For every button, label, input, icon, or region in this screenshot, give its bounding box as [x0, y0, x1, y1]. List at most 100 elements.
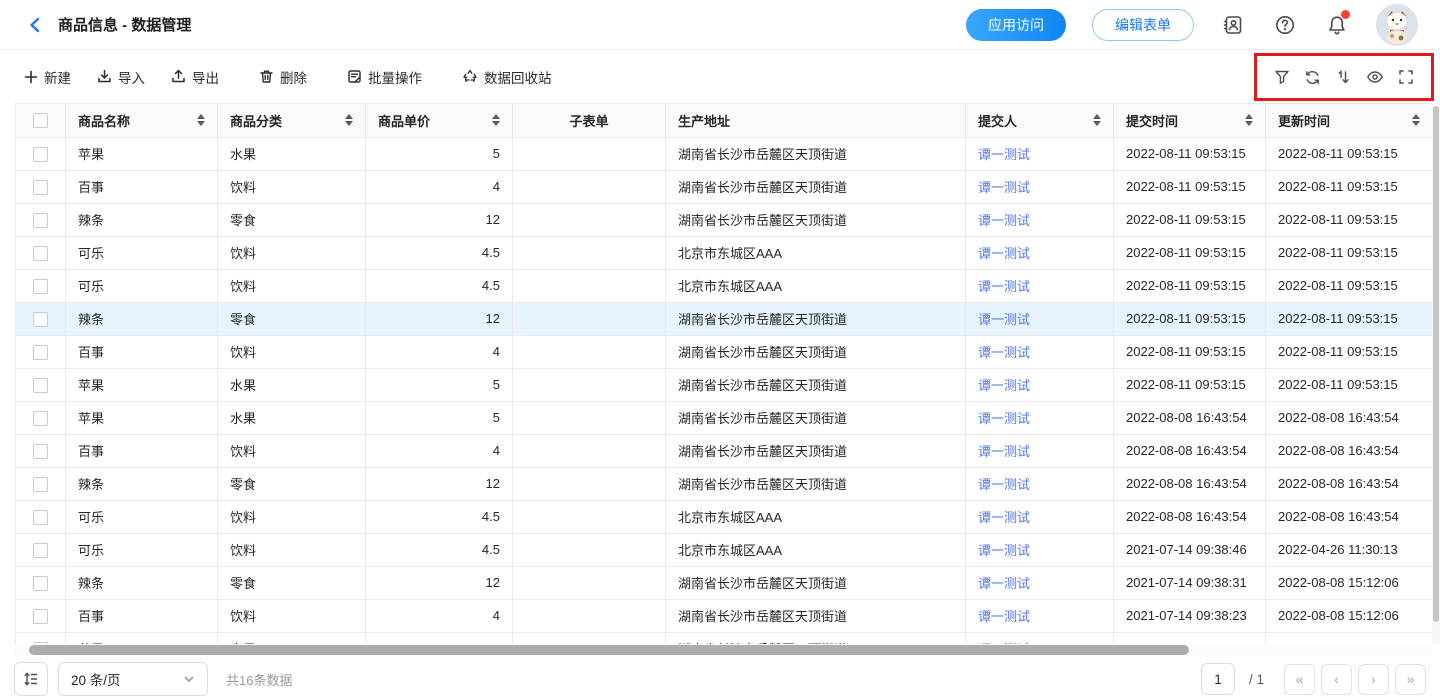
row-checkbox[interactable] — [33, 345, 48, 360]
row-height-button[interactable] — [14, 662, 48, 696]
table-row[interactable]: 可乐饮料4.5北京市东城区AAA谭一测试2022-08-08 16:43:542… — [16, 500, 1433, 533]
row-checkbox[interactable] — [33, 312, 48, 327]
table-row[interactable]: 百事饮料4湖南省长沙市岳麓区天顶街道谭一测试2022-08-08 16:43:5… — [16, 434, 1433, 467]
submitter-link[interactable]: 谭一测试 — [978, 246, 1030, 261]
batch-operations-button[interactable]: 批量操作 — [347, 67, 422, 87]
sort-arrows-icon[interactable] — [1085, 114, 1101, 126]
column-header[interactable]: 商品单价 — [366, 104, 513, 137]
edit-form-button[interactable]: 编辑表单 — [1092, 9, 1194, 41]
table-row[interactable]: 可乐饮料4.5北京市东城区AAA谭一测试2022-08-11 09:53:152… — [16, 236, 1433, 269]
visibility-button[interactable] — [1363, 65, 1387, 89]
table-cell: 2022-08-11 09:53:15 — [1266, 302, 1433, 335]
app-access-button[interactable]: 应用访问 — [966, 9, 1066, 41]
column-header-label: 更新时间 — [1278, 111, 1330, 130]
cell-submitter: 谭一测试 — [966, 368, 1114, 401]
table-row[interactable]: 苹果水果5湖南省长沙市岳麓区天顶街道谭一测试2022-08-11 09:53:1… — [16, 137, 1433, 170]
row-checkbox[interactable] — [33, 609, 48, 624]
submitter-link[interactable]: 谭一测试 — [978, 345, 1030, 360]
filter-button[interactable] — [1271, 66, 1293, 88]
table-row[interactable]: 辣条零食12湖南省长沙市岳麓区天顶街道谭一测试2022-08-08 16:43:… — [16, 467, 1433, 500]
table-row[interactable]: 辣条零食12湖南省长沙市岳麓区天顶街道谭一测试2021-07-14 09:38:… — [16, 566, 1433, 599]
submitter-link[interactable]: 谭一测试 — [978, 576, 1030, 591]
table-cell: 12 — [366, 203, 513, 236]
vertical-scrollbar-thumb[interactable] — [1433, 106, 1439, 622]
contacts-button[interactable] — [1220, 12, 1246, 38]
submitter-link[interactable]: 谭一测试 — [978, 411, 1030, 426]
help-button[interactable] — [1272, 12, 1298, 38]
batch-operations-label: 批量操作 — [368, 67, 422, 87]
table-row[interactable]: 苹果水果5湖南省长沙市岳麓区天顶街道谭一测试2022-08-08 16:43:5… — [16, 401, 1433, 434]
row-checkbox[interactable] — [33, 246, 48, 261]
row-checkbox[interactable] — [33, 147, 48, 162]
table-cell: 饮料 — [218, 170, 366, 203]
submitter-link[interactable]: 谭一测试 — [978, 312, 1030, 327]
prev-page-button[interactable]: ‹ — [1321, 664, 1352, 695]
row-checkbox[interactable] — [33, 213, 48, 228]
refresh-button[interactable] — [1301, 66, 1324, 89]
select-all-checkbox[interactable] — [33, 113, 48, 128]
back-button[interactable] — [26, 16, 44, 34]
table-cell: 2022-08-11 09:53:15 — [1266, 236, 1433, 269]
row-checkbox[interactable] — [33, 543, 48, 558]
column-header-label: 商品单价 — [378, 111, 430, 130]
row-checkbox[interactable] — [33, 510, 48, 525]
next-page-button[interactable]: › — [1358, 664, 1389, 695]
new-record-button[interactable]: 新建 — [24, 67, 71, 87]
horizontal-scrollbar-thumb[interactable] — [29, 645, 1189, 655]
table-cell: 2022-08-11 09:53:15 — [1266, 137, 1433, 170]
submitter-link[interactable]: 谭一测试 — [978, 609, 1030, 624]
sort-button[interactable] — [1332, 66, 1354, 88]
sort-arrows-icon[interactable] — [189, 114, 205, 126]
table-row[interactable]: 可乐饮料4.5北京市东城区AAA谭一测试2021-07-14 09:38:462… — [16, 533, 1433, 566]
submitter-link[interactable]: 谭一测试 — [978, 510, 1030, 525]
column-header[interactable]: 提交时间 — [1114, 104, 1266, 137]
table-row[interactable]: 可乐饮料4.5北京市东城区AAA谭一测试2022-08-11 09:53:152… — [16, 269, 1433, 302]
current-page-input[interactable] — [1201, 663, 1235, 695]
row-checkbox[interactable] — [33, 477, 48, 492]
recycle-bin-button[interactable]: 数据回收站 — [462, 67, 552, 87]
table-cell: 2022-08-11 09:53:15 — [1266, 335, 1433, 368]
submitter-link[interactable]: 谭一测试 — [978, 180, 1030, 195]
submitter-link[interactable]: 谭一测试 — [978, 147, 1030, 162]
column-header[interactable]: 商品名称 — [66, 104, 218, 137]
notifications-button[interactable] — [1324, 12, 1350, 38]
submitter-link[interactable]: 谭一测试 — [978, 378, 1030, 393]
table-row[interactable]: 百事饮料4湖南省长沙市岳麓区天顶街道谭一测试2022-08-11 09:53:1… — [16, 335, 1433, 368]
fullscreen-button[interactable] — [1395, 66, 1417, 88]
sort-arrows-icon[interactable] — [337, 114, 353, 126]
row-checkbox[interactable] — [33, 180, 48, 195]
page-size-select[interactable]: 20 条/页 — [58, 662, 208, 696]
column-header[interactable]: 提交人 — [966, 104, 1114, 137]
row-checkbox[interactable] — [33, 444, 48, 459]
table-row[interactable]: 百事饮料4湖南省长沙市岳麓区天顶街道谭一测试2022-08-11 09:53:1… — [16, 170, 1433, 203]
sort-arrows-icon[interactable] — [1237, 114, 1253, 126]
row-checkbox[interactable] — [33, 378, 48, 393]
submitter-link[interactable]: 谭一测试 — [978, 444, 1030, 459]
user-avatar[interactable] — [1376, 4, 1418, 46]
submitter-link[interactable]: 谭一测试 — [978, 543, 1030, 558]
table-row[interactable]: 苹果水果5湖南省长沙市岳麓区天顶街道谭一测试2022-08-11 09:53:1… — [16, 368, 1433, 401]
column-header[interactable]: 商品分类 — [218, 104, 366, 137]
export-button[interactable]: 导出 — [171, 67, 219, 87]
submitter-link[interactable]: 谭一测试 — [978, 477, 1030, 492]
delete-button[interactable]: 删除 — [259, 67, 307, 87]
row-checkbox[interactable] — [33, 279, 48, 294]
submitter-link[interactable]: 谭一测试 — [978, 279, 1030, 294]
table-row[interactable]: 辣条零食12湖南省长沙市岳麓区天顶街道谭一测试2022-08-11 09:53:… — [16, 203, 1433, 236]
import-button[interactable]: 导入 — [97, 67, 145, 87]
submitter-link[interactable]: 谭一测试 — [978, 213, 1030, 228]
last-page-button[interactable]: » — [1395, 664, 1426, 695]
sort-arrows-icon[interactable] — [484, 114, 500, 126]
table-cell: 2022-08-08 16:43:54 — [1266, 434, 1433, 467]
table-cell: 4.5 — [366, 533, 513, 566]
batch-edit-icon — [347, 69, 362, 84]
row-checkbox[interactable] — [33, 576, 48, 591]
table-cell: 2022-08-11 09:53:15 — [1114, 302, 1266, 335]
table-row[interactable]: 辣条零食12湖南省长沙市岳麓区天顶街道谭一测试2022-08-11 09:53:… — [16, 302, 1433, 335]
first-page-button[interactable]: « — [1284, 664, 1315, 695]
row-checkbox[interactable] — [33, 411, 48, 426]
column-header[interactable]: 更新时间 — [1266, 104, 1433, 137]
sort-arrows-icon[interactable] — [1404, 114, 1420, 126]
table-row[interactable]: 百事饮料4湖南省长沙市岳麓区天顶街道谭一测试2021-07-14 09:38:2… — [16, 599, 1433, 632]
notification-badge-dot — [1341, 10, 1350, 19]
